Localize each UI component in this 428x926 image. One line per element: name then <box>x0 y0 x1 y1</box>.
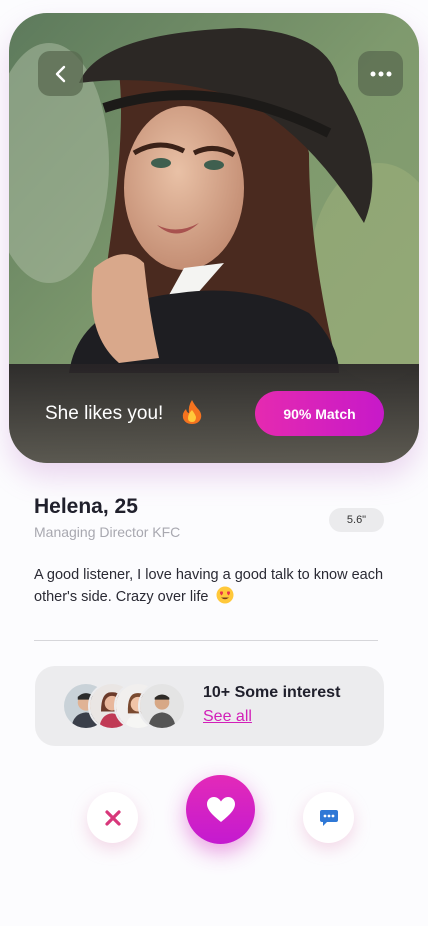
profile-name: Helena, 25 <box>34 495 138 518</box>
likes-text: She likes you! <box>45 403 164 424</box>
like-button[interactable] <box>186 775 255 844</box>
bio-text: A good listener, I love having a good ta… <box>34 567 384 605</box>
profile-photo-card: She likes you! 90% Match <box>9 13 419 463</box>
profile-job: Managing Director KFC <box>34 524 181 540</box>
heart-icon <box>206 797 235 822</box>
interest-title: 10+ Some interest <box>203 684 341 701</box>
heart-eyes-emoji-icon <box>216 586 234 604</box>
more-options-button[interactable] <box>358 51 403 96</box>
avatar <box>138 682 186 730</box>
chat-button[interactable] <box>303 792 354 843</box>
dislike-button[interactable] <box>87 792 138 843</box>
match-badge-button[interactable]: 90% Match <box>255 391 384 436</box>
interest-card: 10+ Some interest See all <box>35 666 384 746</box>
more-horizontal-icon <box>370 71 391 76</box>
back-button[interactable] <box>38 51 83 96</box>
see-all-link[interactable]: See all <box>203 708 252 726</box>
height-badge: 5.6" <box>329 508 384 532</box>
interest-avatars <box>62 682 187 730</box>
chevron-left-icon <box>55 65 65 82</box>
divider <box>34 640 378 641</box>
chat-bubble-icon <box>319 809 338 826</box>
fire-icon <box>182 400 202 424</box>
close-icon <box>104 809 121 826</box>
profile-bio: A good listener, I love having a good ta… <box>34 565 384 608</box>
